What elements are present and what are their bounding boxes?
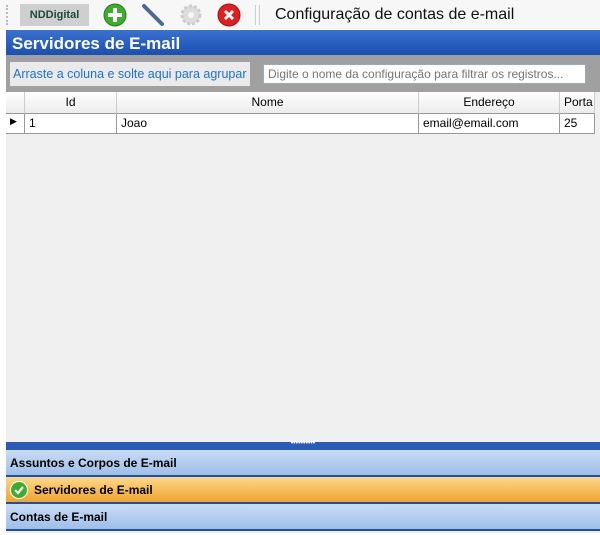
settings-icon [180, 4, 202, 25]
toolbar-grip[interactable] [6, 4, 10, 25]
column-header-nome[interactable]: Nome [117, 92, 419, 114]
accordion-label: Assuntos e Corpos de E-mail [10, 455, 177, 470]
panel-title: Servidores de E-mail [6, 30, 600, 55]
group-by-area[interactable]: Arraste a coluna e solte aqui para agrup… [10, 62, 250, 86]
edit-icon [142, 3, 164, 26]
accordion-label: Contas de E-mail [10, 509, 108, 524]
column-header-endereco[interactable]: Endereço [419, 92, 560, 114]
column-header-porta[interactable]: Porta [560, 92, 595, 114]
filter-bar: Arraste a coluna e solte aqui para agrup… [6, 55, 600, 92]
logo: NDDigital [20, 3, 89, 26]
cell-nome[interactable]: Joao [117, 114, 419, 134]
toolbar: NDDigital Configuração de contas de e-ma… [0, 0, 600, 29]
row-header-corner [6, 92, 25, 114]
add-icon [103, 3, 127, 26]
delete-button[interactable] [217, 3, 241, 27]
edit-button[interactable] [141, 3, 165, 27]
toolbar-separator [255, 4, 260, 25]
column-header-id[interactable]: Id [25, 92, 117, 114]
cell-endereco[interactable]: email@email.com [419, 114, 560, 134]
accordion-item-servidores[interactable]: Servidores de E-mail [6, 477, 600, 504]
row-indicator-icon: ▶ [6, 114, 25, 134]
window-title: Configuração de contas de e-mail [275, 5, 515, 23]
settings-button[interactable] [179, 3, 203, 27]
cell-id[interactable]: 1 [25, 114, 117, 134]
accordion-label: Servidores de E-mail [34, 482, 153, 497]
main-panel: Servidores de E-mail Arraste a coluna e … [6, 30, 600, 533]
check-icon [10, 480, 28, 499]
table-row[interactable]: ▶ 1 Joao email@email.com 25 [6, 114, 600, 134]
delete-icon [217, 3, 241, 26]
accordion-item-contas[interactable]: Contas de E-mail [6, 504, 600, 531]
filter-input[interactable] [263, 64, 586, 84]
grid-header: Id Nome Endereço Porta [6, 92, 600, 114]
accordion-item-assuntos[interactable]: Assuntos e Corpos de E-mail [6, 450, 600, 477]
data-grid: Id Nome Endereço Porta ▶ 1 Joao email@em… [6, 92, 600, 134]
add-button[interactable] [103, 3, 127, 27]
cell-porta[interactable]: 25 [560, 114, 595, 134]
splitter-handle[interactable]: •••••••••• [6, 440, 600, 450]
